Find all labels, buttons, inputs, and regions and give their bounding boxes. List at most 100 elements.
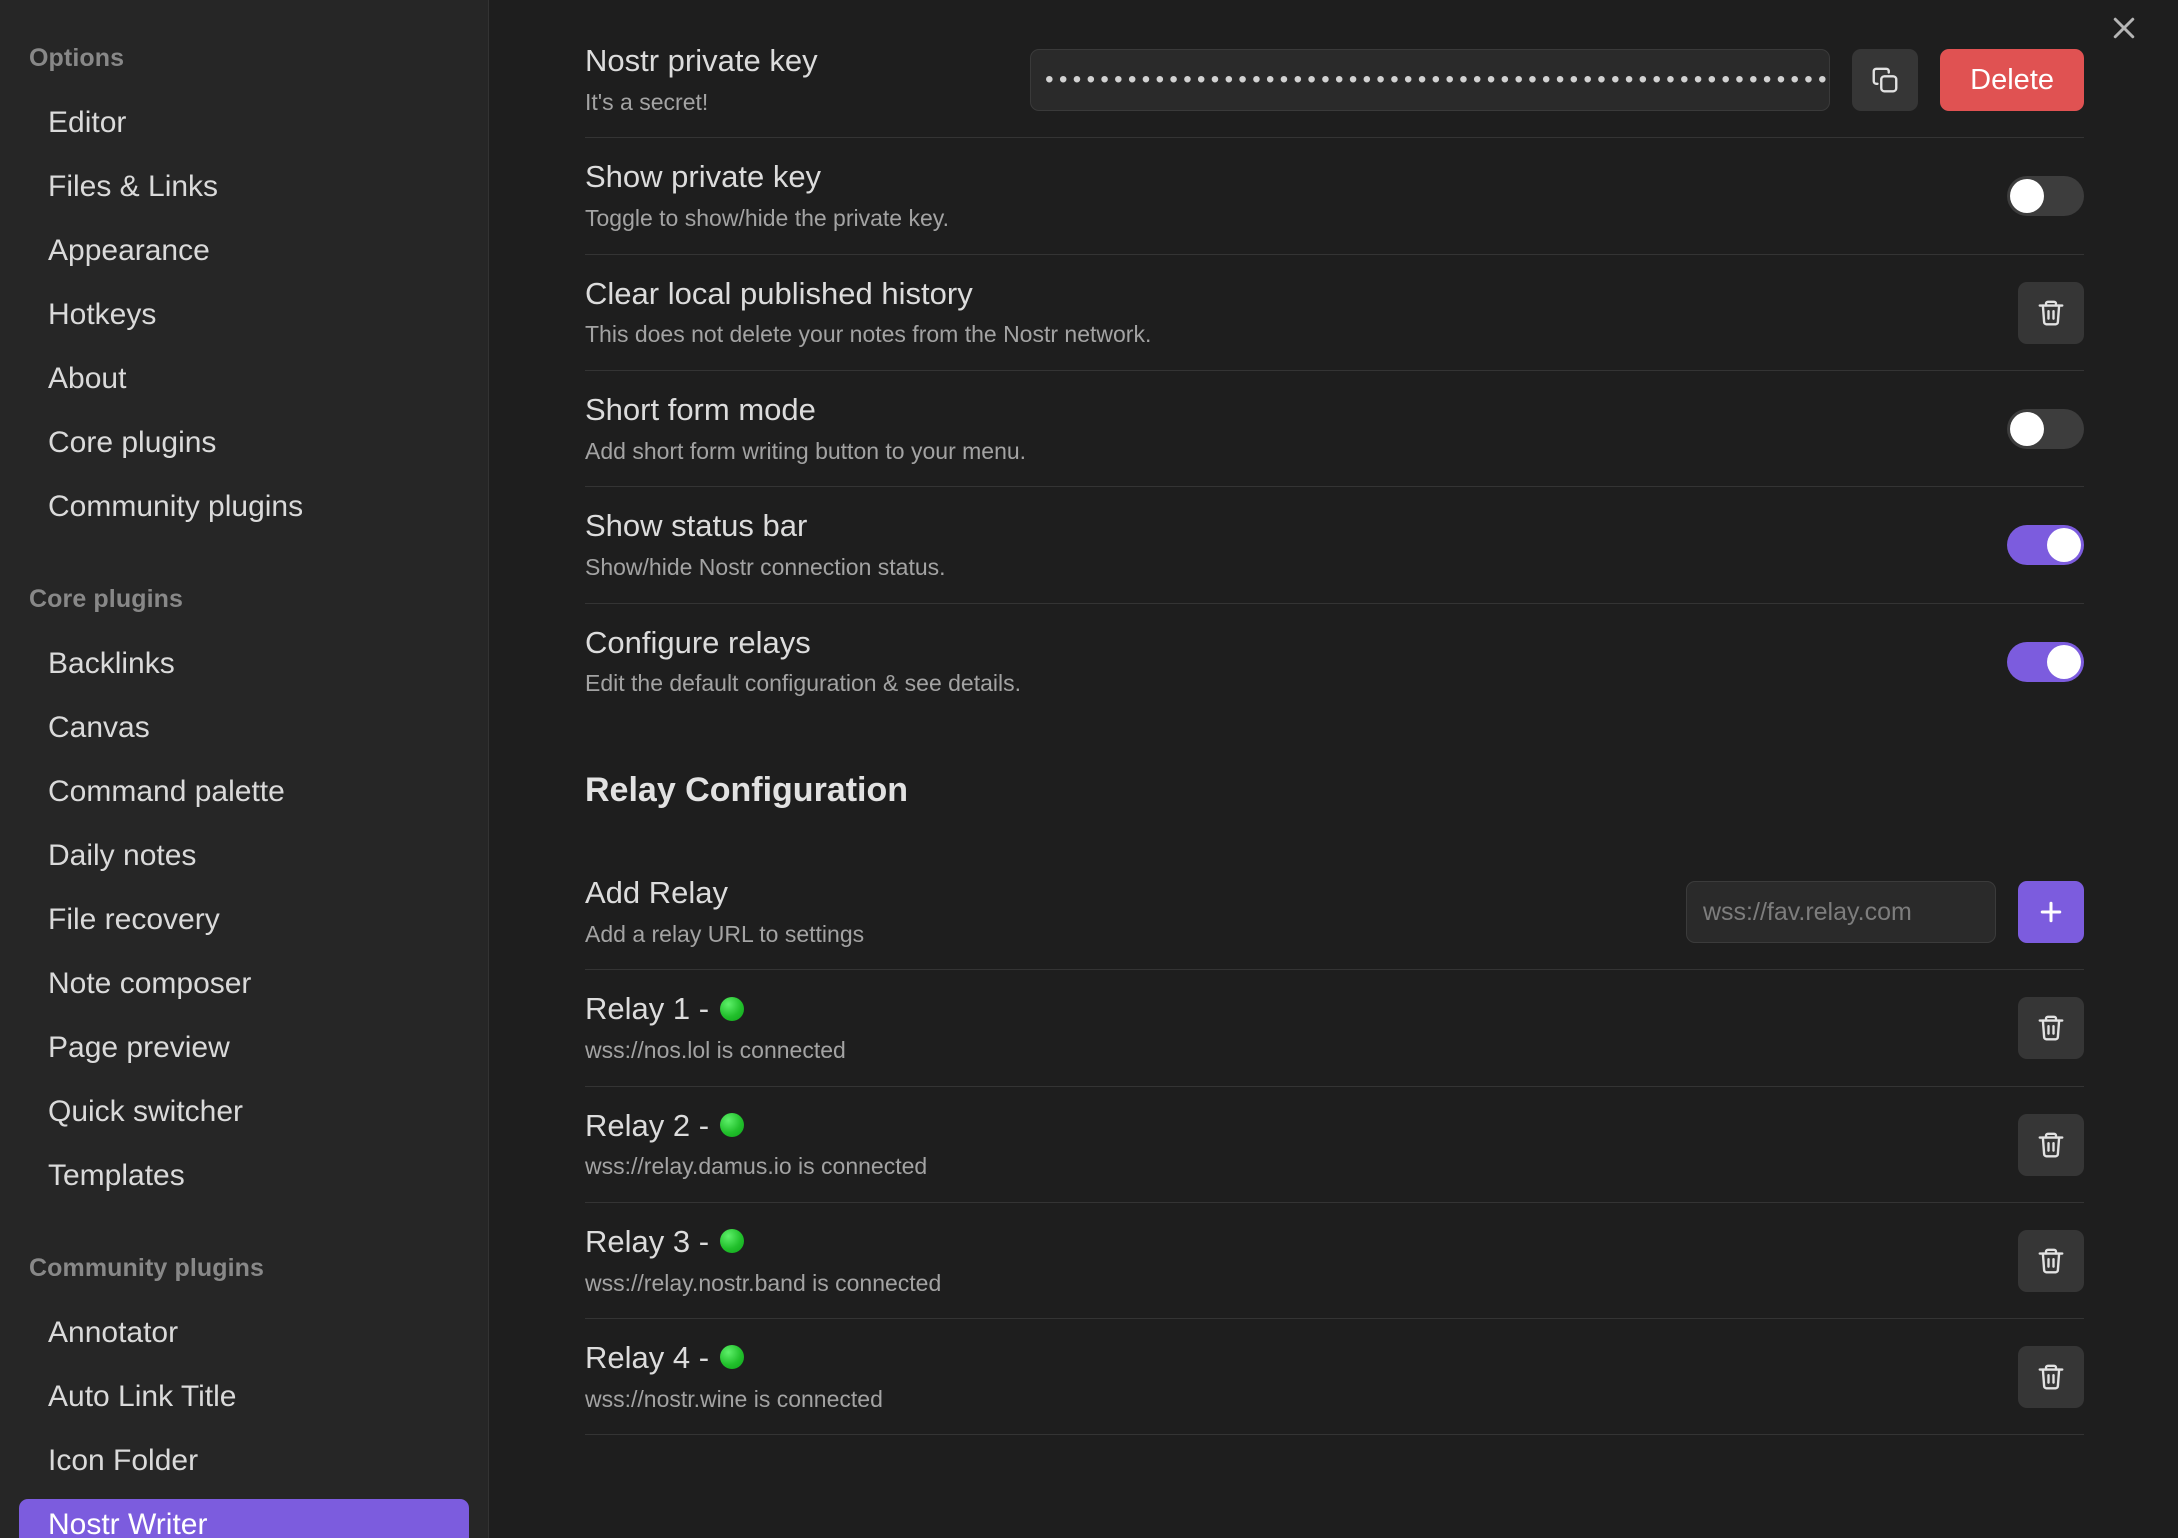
setting-info: Relay 3 - wss://relay.nostr.band is conn… xyxy=(585,1223,1990,1297)
trash-icon xyxy=(2036,298,2066,328)
setting-info: Clear local published history This does … xyxy=(585,276,1990,349)
setting-controls xyxy=(2018,1346,2084,1409)
relay-description: wss://relay.nostr.band is connected xyxy=(585,1269,942,1296)
remove-relay-button[interactable] xyxy=(2018,1113,2084,1176)
sidebar-item-auto-link-title[interactable]: Auto Link Title xyxy=(19,1371,469,1423)
sidebar-item-quick-switcher[interactable]: Quick switcher xyxy=(19,1086,469,1138)
setting-controls: ••••••••••••••••••••••••••••••••••••••••… xyxy=(1030,49,2084,112)
setting-controls xyxy=(2007,641,2084,682)
sidebar-item-nostr-writer[interactable]: Nostr Writer xyxy=(19,1499,469,1538)
sidebar-item-templates[interactable]: Templates xyxy=(19,1150,469,1202)
relay-status-icon xyxy=(720,1229,745,1254)
setting-description: Toggle to show/hide the private key. xyxy=(585,205,949,232)
sidebar-group-community-plugins: Community plugins Annotator Auto Link Ti… xyxy=(0,1254,488,1538)
plus-icon xyxy=(2037,898,2065,926)
setting-info: Short form mode Add short form writing b… xyxy=(585,391,1979,465)
sidebar-item-hotkeys[interactable]: Hotkeys xyxy=(19,289,469,341)
add-relay-input[interactable] xyxy=(1686,881,1996,944)
trash-icon xyxy=(2036,1013,2066,1043)
relay-description: wss://nos.lol is connected xyxy=(585,1036,846,1063)
sidebar-item-annotator[interactable]: Annotator xyxy=(19,1307,469,1359)
remove-relay-button[interactable] xyxy=(2018,1346,2084,1409)
setting-controls xyxy=(2018,1113,2084,1176)
sidebar-heading-core-plugins: Core plugins xyxy=(29,585,183,613)
setting-info: Relay 2 - wss://relay.damus.io is connec… xyxy=(585,1107,1990,1181)
show-status-bar-toggle[interactable] xyxy=(2007,525,2084,566)
short-form-mode-toggle[interactable] xyxy=(2007,409,2084,450)
sidebar-item-file-recovery[interactable]: File recovery xyxy=(19,894,469,946)
setting-info: Configure relays Edit the default config… xyxy=(585,625,1979,698)
setting-description: Show/hide Nostr connection status. xyxy=(585,553,946,580)
relay-configuration-heading: Relay Configuration xyxy=(585,770,909,809)
sidebar-item-command-palette[interactable]: Command palette xyxy=(19,766,469,818)
relay-row: Relay 1 - wss://nos.lol is connected xyxy=(585,970,2084,1087)
sidebar-heading-options: Options xyxy=(29,44,125,72)
setting-info: Relay 4 - wss://nostr.wine is connected xyxy=(585,1340,1990,1413)
setting-controls xyxy=(1686,881,2084,944)
private-key-input[interactable]: ••••••••••••••••••••••••••••••••••••••••… xyxy=(1030,49,1831,112)
setting-name: Nostr private key xyxy=(585,43,818,78)
settings-sidebar: Options Editor Files & Links Appearance … xyxy=(0,0,489,1538)
close-icon[interactable] xyxy=(2096,0,2152,56)
relay-description: wss://nostr.wine is connected xyxy=(585,1385,883,1412)
configure-relays-toggle[interactable] xyxy=(2007,641,2084,682)
setting-row-show-private-key: Show private key Toggle to show/hide the… xyxy=(585,138,2084,255)
sidebar-item-appearance[interactable]: Appearance xyxy=(19,225,469,277)
setting-name: Show status bar xyxy=(585,508,808,544)
sidebar-item-about[interactable]: About xyxy=(19,353,469,405)
relay-row: Relay 4 - wss://nostr.wine is connected xyxy=(585,1319,2084,1436)
setting-controls xyxy=(2018,1229,2084,1292)
toggle-knob xyxy=(2010,412,2044,447)
setting-info: Nostr private key It's a secret! xyxy=(585,43,1002,116)
relay-label: Relay 3 - xyxy=(585,1223,710,1259)
relay-title: Relay 4 - xyxy=(585,1340,1990,1376)
settings-modal: Options Editor Files & Links Appearance … xyxy=(0,0,2178,1538)
delete-private-key-button[interactable]: Delete xyxy=(1940,49,2084,112)
sidebar-item-community-plugins[interactable]: Community plugins xyxy=(19,481,469,533)
sidebar-item-daily-notes[interactable]: Daily notes xyxy=(19,830,469,882)
setting-row-short-form-mode: Short form mode Add short form writing b… xyxy=(585,371,2084,488)
show-private-key-toggle[interactable] xyxy=(2007,176,2084,217)
add-relay-button[interactable] xyxy=(2018,881,2084,944)
remove-relay-button[interactable] xyxy=(2018,1229,2084,1292)
setting-info: Show status bar Show/hide Nostr connecti… xyxy=(585,509,1979,581)
setting-description: This does not delete your notes from the… xyxy=(585,321,1152,348)
sidebar-group-options: Options Editor Files & Links Appearance … xyxy=(0,44,488,533)
sidebar-item-backlinks[interactable]: Backlinks xyxy=(19,638,469,690)
sidebar-item-core-plugins[interactable]: Core plugins xyxy=(19,417,469,469)
setting-info: Relay 1 - wss://nos.lol is connected xyxy=(585,991,1990,1064)
trash-icon xyxy=(2036,1130,2066,1160)
trash-icon xyxy=(2036,1362,2066,1392)
sidebar-item-editor[interactable]: Editor xyxy=(19,97,469,149)
setting-name: Show private key xyxy=(585,159,822,195)
copy-icon xyxy=(1870,65,1900,95)
sidebar-item-icon-folder[interactable]: Icon Folder xyxy=(19,1435,469,1487)
remove-relay-button[interactable] xyxy=(2018,997,2084,1060)
setting-controls xyxy=(2007,176,2084,217)
setting-row-clear-history: Clear local published history This does … xyxy=(585,255,2084,371)
sidebar-group-core-plugins: Core plugins Backlinks Canvas Command pa… xyxy=(0,585,488,1202)
sidebar-item-files-and-links[interactable]: Files & Links xyxy=(19,161,469,213)
relay-label: Relay 4 - xyxy=(585,1340,710,1376)
setting-name: Short form mode xyxy=(585,391,816,427)
relay-label: Relay 2 - xyxy=(585,1107,710,1143)
sidebar-heading-community-plugins: Community plugins xyxy=(29,1254,265,1282)
relay-title: Relay 1 - xyxy=(585,991,1990,1027)
setting-controls xyxy=(2018,281,2084,344)
settings-content: Nostr private key It's a secret! •••••••… xyxy=(489,0,2178,1538)
setting-name: Add Relay xyxy=(585,874,729,910)
relay-row: Relay 3 - wss://relay.nostr.band is conn… xyxy=(585,1203,2084,1320)
sidebar-item-note-composer[interactable]: Note composer xyxy=(19,958,469,1010)
setting-info: Add Relay Add a relay URL to settings xyxy=(585,874,1658,948)
relay-description: wss://relay.damus.io is connected xyxy=(585,1153,928,1180)
sidebar-item-page-preview[interactable]: Page preview xyxy=(19,1022,469,1074)
setting-description: Add a relay URL to settings xyxy=(585,920,865,947)
setting-row-show-status-bar: Show status bar Show/hide Nostr connecti… xyxy=(585,487,2084,604)
clear-history-button[interactable] xyxy=(2018,281,2084,344)
settings-list: Nostr private key It's a secret! •••••••… xyxy=(585,0,2084,1436)
setting-controls xyxy=(2007,409,2084,450)
setting-description: Edit the default configuration & see det… xyxy=(585,670,1022,697)
copy-private-key-button[interactable] xyxy=(1852,49,1919,112)
sidebar-item-canvas[interactable]: Canvas xyxy=(19,702,469,754)
trash-icon xyxy=(2036,1246,2066,1276)
